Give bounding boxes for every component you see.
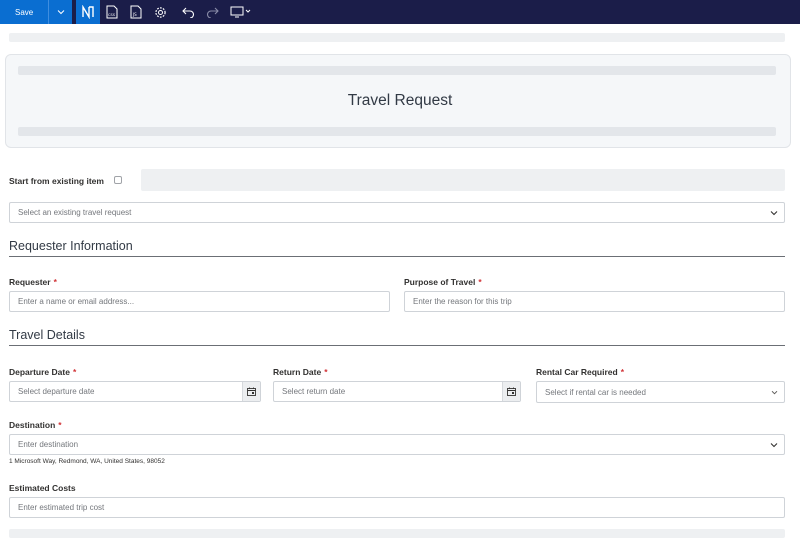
return-placeholder: Select return date xyxy=(282,387,346,396)
section-divider xyxy=(9,256,785,257)
save-button[interactable]: Save xyxy=(0,0,48,24)
chevron-down-icon xyxy=(764,382,784,402)
requester-placeholder: Enter a name or email address... xyxy=(18,297,135,306)
existing-request-placeholder: Select an existing travel request xyxy=(18,208,132,217)
requester-label: Requester * xyxy=(9,277,57,287)
return-date-input[interactable]: Select return date xyxy=(273,381,521,402)
departure-label: Departure Date * xyxy=(9,367,77,377)
purpose-label: Purpose of Travel * xyxy=(404,277,482,287)
destination-label: Destination * xyxy=(9,420,62,430)
chevron-down-icon xyxy=(764,203,784,222)
return-calendar-button[interactable] xyxy=(502,382,520,401)
js-file-icon: JS xyxy=(130,5,142,19)
top-toolbar: Save CSS JS xyxy=(0,0,800,24)
required-marker: * xyxy=(72,367,77,377)
preview-monitor-icon xyxy=(230,6,251,18)
settings-button[interactable] xyxy=(148,0,172,24)
departure-placeholder: Select departure date xyxy=(18,387,95,396)
rental-car-label: Rental Car Required * xyxy=(536,367,625,377)
preview-button[interactable] xyxy=(226,0,256,24)
form-logo-button[interactable] xyxy=(76,0,100,24)
required-marker: * xyxy=(324,367,328,377)
redo-icon xyxy=(206,7,219,18)
undo-button[interactable] xyxy=(176,0,200,24)
page-title: Travel Request xyxy=(347,92,453,109)
start-existing-checkbox[interactable] xyxy=(114,176,122,184)
requester-input[interactable]: Enter a name or email address... xyxy=(9,291,390,312)
estimated-costs-placeholder: Enter estimated trip cost xyxy=(18,503,105,512)
destination-helper-text: 1 Microsoft Way, Redmond, WA, United Sta… xyxy=(9,458,165,465)
destination-placeholder: Enter destination xyxy=(18,440,79,449)
rental-car-placeholder: Select if rental car is needed xyxy=(545,387,646,397)
placeholder-bar xyxy=(18,66,776,75)
css-editor-button[interactable]: CSS xyxy=(100,0,124,24)
departure-calendar-button[interactable] xyxy=(242,382,260,401)
settings-gear-icon xyxy=(154,6,166,18)
destination-dropdown[interactable]: Enter destination xyxy=(9,434,785,455)
svg-text:CSS: CSS xyxy=(108,13,116,17)
purpose-placeholder: Enter the reason for this trip xyxy=(413,297,512,306)
placeholder-bar xyxy=(18,127,776,136)
required-marker: * xyxy=(478,277,482,287)
section-divider xyxy=(9,345,785,346)
placeholder-bar xyxy=(141,169,785,191)
calendar-icon xyxy=(507,387,516,396)
required-marker: * xyxy=(58,420,62,430)
return-label: Return Date * xyxy=(273,367,328,377)
start-existing-label: Start from existing item xyxy=(9,176,104,186)
requester-section-title: Requester Information xyxy=(9,239,133,253)
redo-button[interactable] xyxy=(200,0,224,24)
calendar-icon xyxy=(247,387,256,396)
estimated-costs-label: Estimated Costs xyxy=(9,483,76,493)
placeholder-bar xyxy=(9,529,785,538)
required-marker: * xyxy=(53,277,57,287)
form-logo-icon xyxy=(82,5,94,19)
placeholder-bar xyxy=(9,33,785,42)
estimated-costs-input[interactable]: Enter estimated trip cost xyxy=(9,497,785,518)
existing-request-dropdown[interactable]: Select an existing travel request xyxy=(9,202,785,223)
required-marker: * xyxy=(620,367,625,377)
svg-text:JS: JS xyxy=(132,12,137,17)
chevron-down-icon xyxy=(764,435,784,454)
rental-car-dropdown[interactable]: Select if rental car is needed xyxy=(536,381,785,403)
css-file-icon: CSS xyxy=(106,5,118,19)
save-options-button[interactable] xyxy=(48,0,72,24)
purpose-input[interactable]: Enter the reason for this trip xyxy=(404,291,785,312)
travel-section-title: Travel Details xyxy=(9,328,85,342)
undo-icon xyxy=(181,7,194,18)
departure-date-input[interactable]: Select departure date xyxy=(9,381,261,402)
chevron-down-icon xyxy=(57,10,64,15)
js-editor-button[interactable]: JS xyxy=(124,0,148,24)
